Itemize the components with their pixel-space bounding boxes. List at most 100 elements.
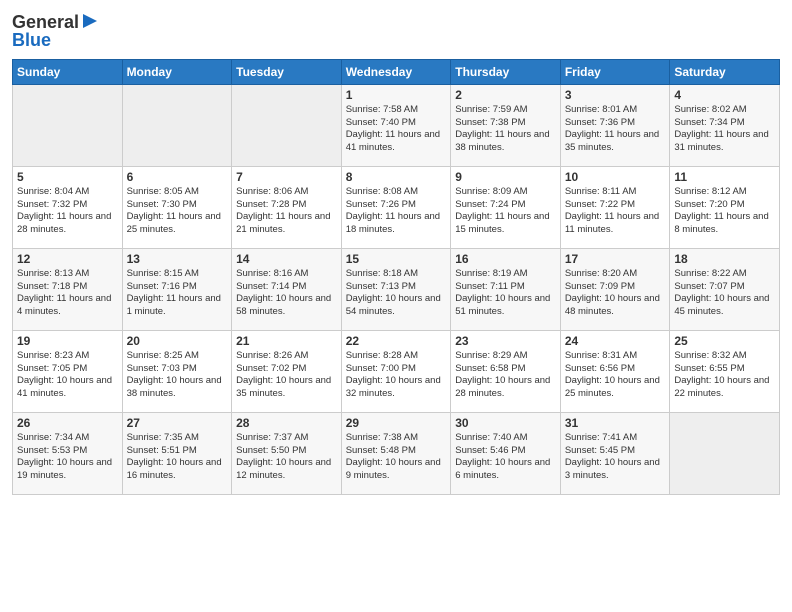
- day-info: Sunrise: 8:12 AM Sunset: 7:20 PM Dayligh…: [674, 186, 775, 237]
- calendar-cell: 16 Sunrise: 8:19 AM Sunset: 7:11 PM Dayli…: [451, 248, 561, 330]
- day-number: 4: [674, 88, 775, 102]
- calendar-week-row: 1Sunrise: 7:58 AM Sunset: 7:40 PM Daylig…: [13, 84, 780, 166]
- day-number: 7: [236, 170, 337, 184]
- calendar-week-row: 19Sunrise: 8:23 AM Sunset: 7:05 PM Dayli…: [13, 330, 780, 412]
- day-info: Sunrise: 8:22 AM Sunset: 7:07 PM Dayligh…: [674, 268, 775, 319]
- day-number: 28: [236, 416, 337, 430]
- day-number: 18: [674, 252, 775, 266]
- day-number: 6: [127, 170, 228, 184]
- calendar-cell: 3 Sunrise: 8:01 AM Sunset: 7:36 PM Daylig…: [560, 84, 670, 166]
- calendar-cell: [122, 84, 232, 166]
- day-number: 9: [455, 170, 556, 184]
- day-number: 13: [127, 252, 228, 266]
- weekday-header-wednesday: Wednesday: [341, 59, 451, 84]
- day-number: 5: [17, 170, 118, 184]
- calendar-cell: [670, 412, 780, 494]
- day-number: 15: [346, 252, 447, 266]
- day-info: Sunrise: 7:35 AM Sunset: 5:51 PM Dayligh…: [127, 432, 228, 483]
- day-number: 26: [17, 416, 118, 430]
- day-number: 22: [346, 334, 447, 348]
- day-info: Sunrise: 7:58 AM Sunset: 7:40 PM Dayligh…: [346, 104, 447, 155]
- logo-blue: Blue: [12, 31, 51, 51]
- calendar-cell: 2Sunrise: 7:59 AM Sunset: 7:38 PM Daylig…: [451, 84, 561, 166]
- logo-arrow-icon: [81, 12, 99, 30]
- day-info: Sunrise: 7:40 AM Sunset: 5:46 PM Dayligh…: [455, 432, 556, 483]
- page-container: General Blue SundayMondayTuesdayWednesda…: [0, 0, 792, 503]
- calendar-cell: 10Sunrise: 8:11 AM Sunset: 7:22 PM Dayli…: [560, 166, 670, 248]
- calendar-cell: 22Sunrise: 8:28 AM Sunset: 7:00 PM Dayli…: [341, 330, 451, 412]
- day-number: 23: [455, 334, 556, 348]
- calendar-cell: 5 Sunrise: 8:04 AM Sunset: 7:32 PM Daylig…: [13, 166, 123, 248]
- calendar-body: 1Sunrise: 7:58 AM Sunset: 7:40 PM Daylig…: [13, 84, 780, 494]
- day-info: Sunrise: 7:37 AM Sunset: 5:50 PM Dayligh…: [236, 432, 337, 483]
- day-info: Sunrise: 8:16 AM Sunset: 7:14 PM Dayligh…: [236, 268, 337, 319]
- calendar-cell: 14 Sunrise: 8:16 AM Sunset: 7:14 PM Dayli…: [232, 248, 342, 330]
- header: General Blue: [12, 10, 780, 51]
- day-number: 17: [565, 252, 666, 266]
- calendar-cell: 4Sunrise: 8:02 AM Sunset: 7:34 PM Daylig…: [670, 84, 780, 166]
- calendar-cell: [13, 84, 123, 166]
- calendar-cell: 21Sunrise: 8:26 AM Sunset: 7:02 PM Dayli…: [232, 330, 342, 412]
- calendar-week-row: 5 Sunrise: 8:04 AM Sunset: 7:32 PM Daylig…: [13, 166, 780, 248]
- day-info: Sunrise: 8:05 AM Sunset: 7:30 PM Dayligh…: [127, 186, 228, 237]
- day-number: 8: [346, 170, 447, 184]
- day-info: Sunrise: 8:04 AM Sunset: 7:32 PM Dayligh…: [17, 186, 118, 237]
- weekday-header-saturday: Saturday: [670, 59, 780, 84]
- day-info: Sunrise: 8:29 AM Sunset: 6:58 PM Dayligh…: [455, 350, 556, 401]
- calendar-cell: 28 Sunrise: 7:37 AM Sunset: 5:50 PM Dayli…: [232, 412, 342, 494]
- day-number: 2: [455, 88, 556, 102]
- day-info: Sunrise: 7:41 AM Sunset: 5:45 PM Dayligh…: [565, 432, 666, 483]
- day-info: Sunrise: 8:20 AM Sunset: 7:09 PM Dayligh…: [565, 268, 666, 319]
- calendar-cell: 11 Sunrise: 8:12 AM Sunset: 7:20 PM Dayli…: [670, 166, 780, 248]
- day-number: 31: [565, 416, 666, 430]
- day-info: Sunrise: 8:13 AM Sunset: 7:18 PM Dayligh…: [17, 268, 118, 319]
- calendar-header-row: SundayMondayTuesdayWednesdayThursdayFrid…: [13, 59, 780, 84]
- calendar-cell: 20 Sunrise: 8:25 AM Sunset: 7:03 PM Dayli…: [122, 330, 232, 412]
- day-number: 10: [565, 170, 666, 184]
- day-info: Sunrise: 8:23 AM Sunset: 7:05 PM Dayligh…: [17, 350, 118, 401]
- day-number: 30: [455, 416, 556, 430]
- calendar-cell: 25 Sunrise: 8:32 AM Sunset: 6:55 PM Dayli…: [670, 330, 780, 412]
- day-info: Sunrise: 7:34 AM Sunset: 5:53 PM Dayligh…: [17, 432, 118, 483]
- weekday-header-thursday: Thursday: [451, 59, 561, 84]
- calendar-cell: 6 Sunrise: 8:05 AM Sunset: 7:30 PM Daylig…: [122, 166, 232, 248]
- day-info: Sunrise: 8:01 AM Sunset: 7:36 PM Dayligh…: [565, 104, 666, 155]
- calendar-cell: 9 Sunrise: 8:09 AM Sunset: 7:24 PM Daylig…: [451, 166, 561, 248]
- day-number: 3: [565, 88, 666, 102]
- calendar-cell: 30 Sunrise: 7:40 AM Sunset: 5:46 PM Dayli…: [451, 412, 561, 494]
- day-info: Sunrise: 7:38 AM Sunset: 5:48 PM Dayligh…: [346, 432, 447, 483]
- day-info: Sunrise: 8:32 AM Sunset: 6:55 PM Dayligh…: [674, 350, 775, 401]
- day-number: 29: [346, 416, 447, 430]
- calendar-table: SundayMondayTuesdayWednesdayThursdayFrid…: [12, 59, 780, 495]
- day-number: 16: [455, 252, 556, 266]
- day-number: 27: [127, 416, 228, 430]
- day-info: Sunrise: 8:19 AM Sunset: 7:11 PM Dayligh…: [455, 268, 556, 319]
- day-number: 24: [565, 334, 666, 348]
- calendar-cell: 19Sunrise: 8:23 AM Sunset: 7:05 PM Dayli…: [13, 330, 123, 412]
- calendar-cell: 15Sunrise: 8:18 AM Sunset: 7:13 PM Dayli…: [341, 248, 451, 330]
- day-info: Sunrise: 8:08 AM Sunset: 7:26 PM Dayligh…: [346, 186, 447, 237]
- day-number: 20: [127, 334, 228, 348]
- calendar-cell: 13Sunrise: 8:15 AM Sunset: 7:16 PM Dayli…: [122, 248, 232, 330]
- calendar-cell: 31 Sunrise: 7:41 AM Sunset: 5:45 PM Dayli…: [560, 412, 670, 494]
- weekday-header-tuesday: Tuesday: [232, 59, 342, 84]
- calendar-cell: 18 Sunrise: 8:22 AM Sunset: 7:07 PM Dayli…: [670, 248, 780, 330]
- calendar-cell: 27 Sunrise: 7:35 AM Sunset: 5:51 PM Dayli…: [122, 412, 232, 494]
- calendar-cell: 1Sunrise: 7:58 AM Sunset: 7:40 PM Daylig…: [341, 84, 451, 166]
- calendar-cell: 23 Sunrise: 8:29 AM Sunset: 6:58 PM Dayli…: [451, 330, 561, 412]
- day-number: 14: [236, 252, 337, 266]
- calendar-cell: 29 Sunrise: 7:38 AM Sunset: 5:48 PM Dayli…: [341, 412, 451, 494]
- calendar-cell: 7Sunrise: 8:06 AM Sunset: 7:28 PM Daylig…: [232, 166, 342, 248]
- weekday-header-friday: Friday: [560, 59, 670, 84]
- day-number: 25: [674, 334, 775, 348]
- calendar-cell: 17 Sunrise: 8:20 AM Sunset: 7:09 PM Dayli…: [560, 248, 670, 330]
- day-info: Sunrise: 8:09 AM Sunset: 7:24 PM Dayligh…: [455, 186, 556, 237]
- calendar-cell: [232, 84, 342, 166]
- day-info: Sunrise: 8:25 AM Sunset: 7:03 PM Dayligh…: [127, 350, 228, 401]
- weekday-header-monday: Monday: [122, 59, 232, 84]
- day-number: 11: [674, 170, 775, 184]
- calendar-cell: 26 Sunrise: 7:34 AM Sunset: 5:53 PM Dayli…: [13, 412, 123, 494]
- day-info: Sunrise: 8:26 AM Sunset: 7:02 PM Dayligh…: [236, 350, 337, 401]
- calendar-week-row: 26 Sunrise: 7:34 AM Sunset: 5:53 PM Dayli…: [13, 412, 780, 494]
- weekday-header-sunday: Sunday: [13, 59, 123, 84]
